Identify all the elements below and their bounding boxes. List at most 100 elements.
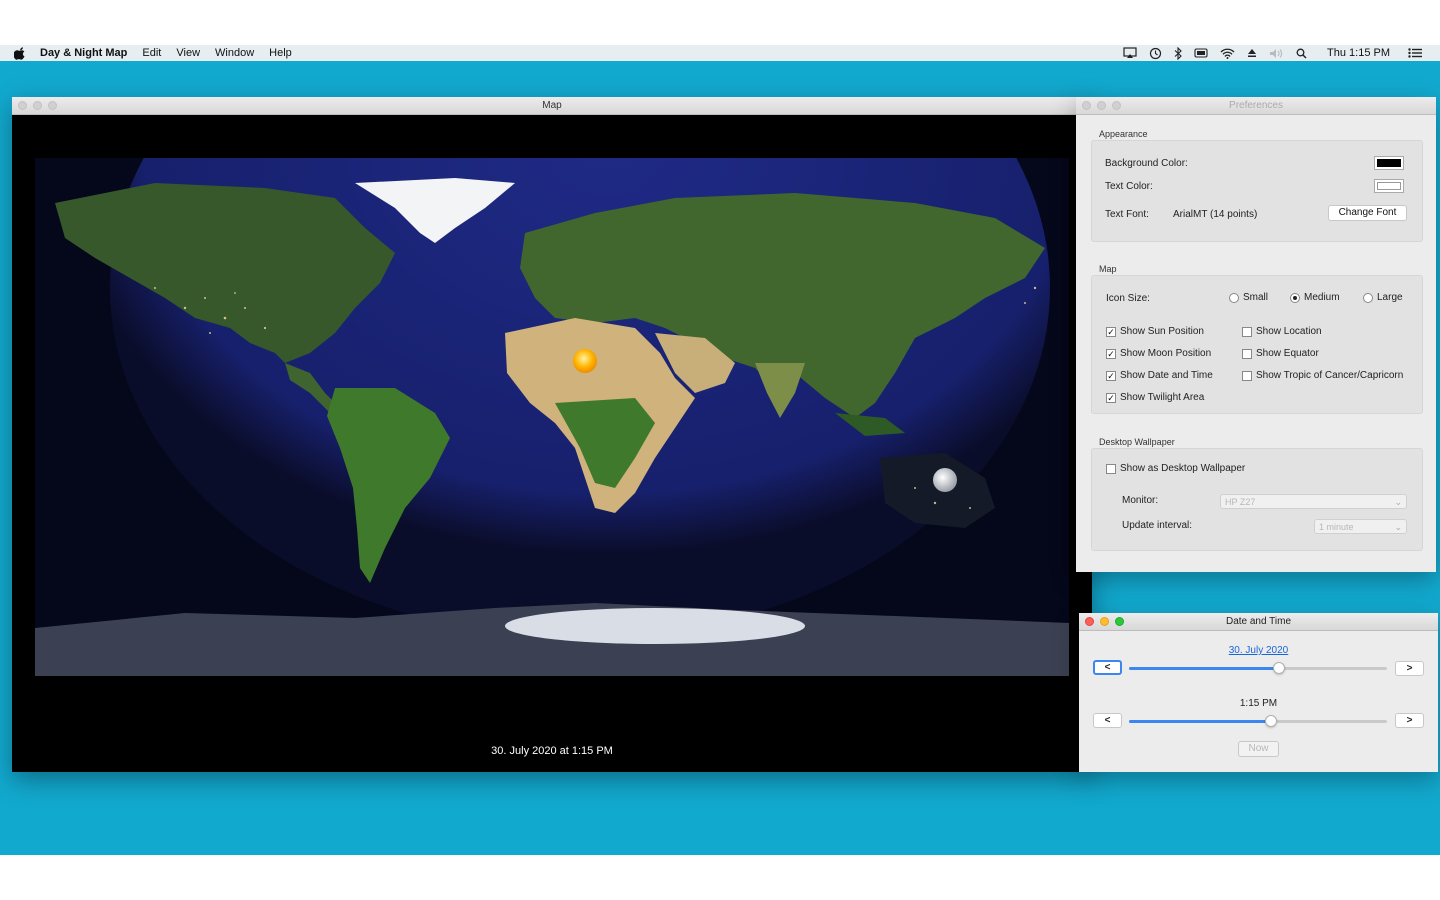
menu-help[interactable]: Help — [269, 47, 292, 59]
menu-app-name[interactable]: Day & Night Map — [40, 47, 127, 59]
status-area: Thu 1:15 PM — [1123, 45, 1440, 61]
zoom-button[interactable] — [1115, 617, 1124, 626]
minimize-button[interactable] — [33, 101, 42, 110]
zoom-button[interactable] — [48, 101, 57, 110]
text-font-label: Text Font: — [1105, 209, 1149, 220]
wifi-icon[interactable] — [1220, 48, 1235, 59]
checkbox-box — [1106, 463, 1116, 474]
preferences-titlebar[interactable]: Preferences — [1076, 97, 1436, 115]
interval-value: 1 minute — [1319, 522, 1354, 532]
checkbox-box: ✓ — [1106, 326, 1116, 337]
change-font-button[interactable]: Change Font — [1328, 205, 1407, 221]
now-button[interactable]: Now — [1238, 741, 1279, 757]
radio-label: Medium — [1304, 292, 1340, 303]
monitor-value: HP Z27 — [1225, 497, 1256, 507]
show-equator-checkbox[interactable]: Show Equator — [1242, 348, 1319, 359]
menu-clock[interactable]: Thu 1:15 PM — [1327, 47, 1390, 59]
checkbox-box: ✓ — [1106, 392, 1116, 403]
radio-label: Small — [1243, 292, 1269, 303]
background-color-label: Background Color: — [1105, 158, 1188, 169]
radio-dot — [1229, 292, 1239, 303]
checkbox-label: Show Moon Position — [1120, 348, 1212, 359]
text-font-value: ArialMT (14 points) — [1173, 209, 1258, 220]
spotlight-icon[interactable] — [1296, 48, 1307, 59]
moon-icon — [933, 468, 957, 492]
next-date-button[interactable]: > — [1395, 661, 1424, 676]
show-as-wallpaper-checkbox[interactable]: Show as Desktop Wallpaper — [1106, 463, 1245, 474]
minimize-button[interactable] — [1097, 101, 1106, 110]
menu-edit[interactable]: Edit — [142, 47, 161, 59]
show-sun-position-checkbox[interactable]: ✓ Show Sun Position — [1106, 326, 1204, 337]
show-date-time-checkbox[interactable]: ✓ Show Date and Time — [1106, 370, 1213, 381]
wallpaper-section-title: Desktop Wallpaper — [1099, 437, 1175, 447]
notification-center-icon[interactable] — [1408, 48, 1422, 58]
battery-icon[interactable] — [1194, 48, 1208, 58]
checkbox-label: Show Location — [1256, 326, 1322, 337]
chevron-down-icon: ⌄ — [1394, 497, 1402, 507]
appearance-section-title: Appearance — [1099, 129, 1148, 139]
date-time-titlebar[interactable]: Date and Time — [1079, 613, 1438, 631]
preferences-title: Preferences — [1229, 100, 1283, 111]
icon-size-label: Icon Size: — [1106, 293, 1150, 304]
icon-size-small-radio[interactable]: Small — [1229, 292, 1268, 303]
text-color-well[interactable] — [1374, 179, 1404, 193]
monitor-select[interactable]: HP Z27 ⌄ — [1220, 494, 1407, 509]
checkbox-box — [1242, 326, 1252, 337]
menu-bar: Day & Night Map Edit View Window Help Th… — [0, 45, 1440, 61]
time-machine-icon[interactable] — [1149, 47, 1162, 60]
volume-icon[interactable] — [1269, 48, 1284, 59]
apple-menu-icon[interactable] — [14, 46, 28, 60]
date-link[interactable]: 30. July 2020 — [1079, 645, 1438, 656]
menu-window[interactable]: Window — [215, 47, 254, 59]
checkbox-box: ✓ — [1106, 348, 1116, 359]
world-map — [35, 158, 1069, 676]
show-moon-position-checkbox[interactable]: ✓ Show Moon Position — [1106, 348, 1211, 359]
update-interval-select[interactable]: 1 minute ⌄ — [1314, 519, 1407, 534]
update-interval-label: Update interval: — [1122, 520, 1193, 531]
checkbox-label: Show Tropic of Cancer/Capricorn — [1256, 370, 1404, 381]
show-tropic-checkbox[interactable]: Show Tropic of Cancer/Capricorn — [1242, 370, 1403, 381]
radio-label: Large — [1377, 292, 1403, 303]
checkbox-box — [1242, 370, 1252, 381]
checkbox-label: Show Equator — [1256, 348, 1319, 359]
checkbox-label: Show Sun Position — [1120, 326, 1204, 337]
show-location-checkbox[interactable]: Show Location — [1242, 326, 1322, 337]
background-color-well[interactable] — [1374, 156, 1404, 170]
prev-time-button[interactable]: < — [1093, 713, 1122, 728]
eject-icon[interactable] — [1247, 48, 1257, 58]
airplay-icon[interactable] — [1123, 47, 1137, 59]
time-slider-fill — [1129, 720, 1271, 723]
date-slider-fill — [1129, 667, 1279, 670]
time-slider-knob[interactable] — [1264, 715, 1277, 727]
minimize-button[interactable] — [1100, 617, 1109, 626]
close-button[interactable] — [1085, 617, 1094, 626]
map-window-title: Map — [542, 100, 562, 111]
monitor-label: Monitor: — [1122, 495, 1159, 506]
checkbox-box: ✓ — [1106, 370, 1116, 381]
date-slider[interactable] — [1129, 662, 1387, 674]
map-window: Map 30. July 2020 at 1:15 PM — [12, 97, 1092, 772]
show-twilight-area-checkbox[interactable]: ✓ Show Twilight Area — [1106, 392, 1204, 403]
icon-size-medium-radio[interactable]: Medium — [1290, 292, 1340, 303]
bluetooth-icon[interactable] — [1174, 46, 1182, 60]
radio-dot — [1363, 292, 1373, 303]
date-time-window: Date and Time 30. July 2020 < > 1:15 PM … — [1079, 613, 1438, 772]
checkbox-label: Show Date and Time — [1120, 370, 1213, 381]
checkbox-label: Show Twilight Area — [1120, 392, 1205, 403]
prev-date-button[interactable]: < — [1093, 660, 1122, 675]
zoom-button[interactable] — [1112, 101, 1121, 110]
time-label: 1:15 PM — [1239, 698, 1278, 709]
sun-icon — [573, 349, 597, 373]
close-button[interactable] — [18, 101, 27, 110]
date-time-title: Date and Time — [1225, 616, 1292, 627]
next-time-button[interactable]: > — [1395, 713, 1424, 728]
close-button[interactable] — [1082, 101, 1091, 110]
date-slider-knob[interactable] — [1272, 662, 1285, 674]
icon-size-large-radio[interactable]: Large — [1363, 292, 1403, 303]
menu-view[interactable]: View — [176, 47, 200, 59]
map-window-titlebar[interactable]: Map — [12, 97, 1092, 115]
time-slider[interactable] — [1129, 715, 1387, 727]
radio-dot — [1290, 292, 1300, 303]
chevron-down-icon: ⌄ — [1394, 522, 1402, 532]
checkbox-label: Show as Desktop Wallpaper — [1120, 463, 1246, 474]
